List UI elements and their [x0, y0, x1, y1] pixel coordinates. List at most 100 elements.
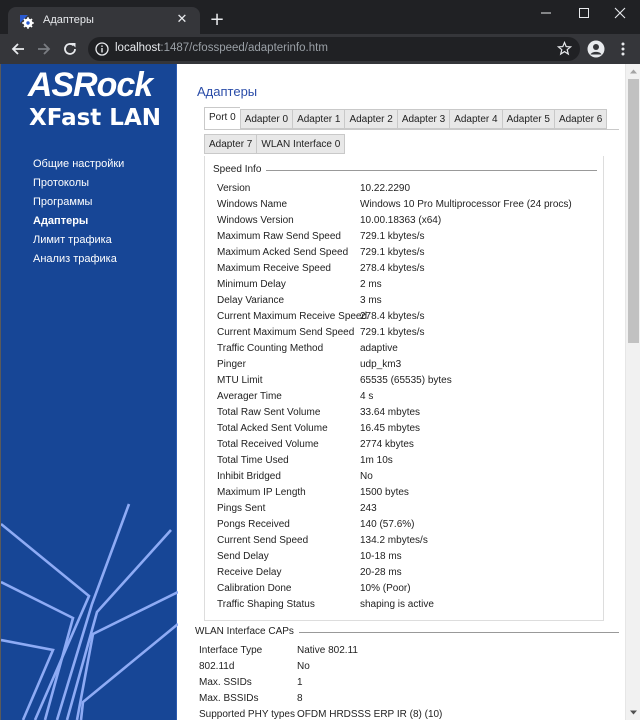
info-row: Pongs Received 140 (57.6%) [217, 517, 572, 533]
tab-adapter-2[interactable]: Adapter 2 [344, 109, 397, 129]
url-text[interactable]: localhost:1487/cfosspeed/adapterinfo.htm [115, 42, 328, 54]
decorative-network-lines [1, 503, 178, 720]
info-value: No [297, 661, 310, 672]
minimize-icon[interactable] [528, 2, 564, 24]
info-key: Current Send Speed [217, 535, 309, 546]
forward-arrow-icon[interactable] [34, 39, 54, 59]
info-value: 10-18 ms [360, 551, 402, 562]
info-row: Pings Sent 243 [217, 501, 572, 517]
info-key: Total Raw Sent Volume [217, 407, 321, 418]
info-key: Send Delay [217, 551, 269, 562]
info-key: Pings Sent [217, 503, 266, 514]
info-key: Version [217, 183, 251, 194]
scrollbar-thumb[interactable] [628, 79, 639, 343]
tabs-divider [204, 129, 619, 130]
close-tab-icon[interactable]: ✕ [174, 12, 190, 28]
menu-kebab-icon[interactable] [614, 40, 632, 58]
info-key: Current Maximum Send Speed [217, 327, 355, 338]
info-row: Windows Name Windows 10 Pro Multiprocesso… [217, 197, 572, 213]
tab-adapter-3[interactable]: Adapter 3 [396, 109, 450, 129]
info-row: Maximum Receive Speed 278.4 kbytes/s [217, 261, 572, 277]
info-row: Total Time Used 1m 10s [217, 453, 572, 469]
info-value: 1m 10s [360, 455, 393, 466]
browser-tab[interactable]: Адаптеры ✕ [8, 7, 200, 35]
info-value: 278.4 kbytes/s [360, 263, 425, 274]
info-key: Pongs Received [217, 519, 290, 530]
tab-wlan-interface-0[interactable]: WLAN Interface 0 [256, 134, 346, 154]
info-key: Maximum Raw Send Speed [217, 231, 341, 242]
scroll-up-arrow-icon[interactable] [626, 64, 640, 79]
info-row: Supported PHY types OFDM HRDSSS ERP IR (8… [199, 707, 442, 720]
url-host: localhost [115, 42, 161, 54]
sidebar-item-adapters[interactable]: Адаптеры [33, 212, 124, 231]
tab-port-0[interactable]: Port 0 [204, 107, 240, 129]
info-row: Pinger udp_km3 [217, 357, 572, 373]
info-key: Windows Version [217, 215, 294, 226]
info-value: 16.45 mbytes [360, 423, 421, 434]
maximize-icon[interactable] [566, 2, 602, 24]
info-value: 20-28 ms [360, 567, 402, 578]
info-key: Max. BSSIDs [199, 693, 259, 704]
tab-adapter-1[interactable]: Adapter 1 [292, 109, 345, 129]
info-row: Traffic Counting Method adaptive [217, 341, 572, 357]
asrock-xfast-lan-logo: ASRock XFast LAN [27, 66, 161, 131]
tab-adapter-0[interactable]: Adapter 0 [239, 109, 293, 129]
info-value: 729.1 kbytes/s [360, 247, 425, 258]
info-key: 802.11d [199, 661, 235, 672]
sidebar-item-programs[interactable]: Программы [33, 193, 124, 212]
info-row: Averager Time 4 s [217, 389, 572, 405]
info-row: Receive Delay 20-28 ms [217, 565, 572, 581]
tab-adapter-4[interactable]: Adapter 4 [449, 109, 502, 129]
info-key: Total Received Volume [217, 439, 319, 450]
info-value: 3 ms [360, 295, 382, 306]
info-row: Send Delay 10-18 ms [217, 549, 572, 565]
window-close-icon[interactable] [602, 2, 638, 24]
info-row: Maximum IP Length 1500 bytes [217, 485, 572, 501]
back-arrow-icon[interactable] [8, 39, 28, 59]
tab-title: Адаптеры [43, 14, 94, 26]
speed-info-table: Version 10.22.2290 Windows Name Windows 10 … [217, 181, 572, 613]
info-key: Minimum Delay [217, 279, 286, 290]
info-value: 65535 (65535) bytes [360, 375, 452, 386]
speed-info-legend-line [215, 170, 597, 171]
info-value: 243 [360, 503, 377, 514]
info-key: Averager Time [217, 391, 282, 402]
reload-icon[interactable] [60, 39, 80, 59]
info-value: 140 (57.6%) [360, 519, 415, 530]
speed-info-legend: Speed Info [213, 164, 267, 175]
info-row: Max. BSSIDs 8 [199, 691, 442, 707]
sidebar-item-general-settings[interactable]: Общие настройки [33, 155, 124, 174]
gear-favicon-icon [20, 15, 34, 29]
info-value: 729.1 kbytes/s [360, 231, 425, 242]
info-row: Total Received Volume 2774 kbytes [217, 437, 572, 453]
info-value: 1500 bytes [360, 487, 409, 498]
info-value: 10% (Poor) [360, 583, 411, 594]
sidebar-item-protocols[interactable]: Протоколы [33, 174, 124, 193]
tab-adapter-6[interactable]: Adapter 6 [553, 109, 608, 129]
info-key: Receive Delay [217, 567, 282, 578]
browser-titlebar: Адаптеры ✕ + [0, 0, 640, 35]
sidebar-item-traffic-limit[interactable]: Лимит трафика [33, 231, 124, 250]
tab-adapter-7[interactable]: Adapter 7 [204, 134, 257, 154]
tab-adapter-5[interactable]: Adapter 5 [501, 109, 554, 129]
info-key: Traffic Shaping Status [217, 599, 315, 610]
info-value: No [360, 471, 373, 482]
info-value: 2 ms [360, 279, 382, 290]
info-row: Current Maximum Receive Speed 278.4 kbyte… [217, 309, 572, 325]
info-value: OFDM HRDSSS ERP IR (8) (10) [297, 709, 443, 720]
info-row: Minimum Delay 2 ms [217, 277, 572, 293]
info-row: Traffic Shaping Status shaping is active [217, 597, 572, 613]
info-key: Calibration Done [217, 583, 292, 594]
info-value: adaptive [360, 343, 398, 354]
info-key: MTU Limit [217, 375, 263, 386]
scroll-down-arrow-icon[interactable] [626, 705, 640, 720]
info-icon[interactable] [95, 42, 109, 56]
info-key: Total Acked Sent Volume [217, 423, 328, 434]
info-key: Interface Type [199, 645, 263, 656]
bookmark-star-icon[interactable] [557, 41, 572, 56]
address-bar[interactable]: localhost:1487/cfosspeed/adapterinfo.htm [88, 37, 580, 61]
profile-avatar-icon[interactable] [587, 40, 605, 58]
vertical-scrollbar[interactable] [625, 64, 640, 720]
new-tab-button[interactable]: + [207, 10, 227, 30]
sidebar-item-traffic-analysis[interactable]: Анализ трафика [33, 250, 124, 269]
